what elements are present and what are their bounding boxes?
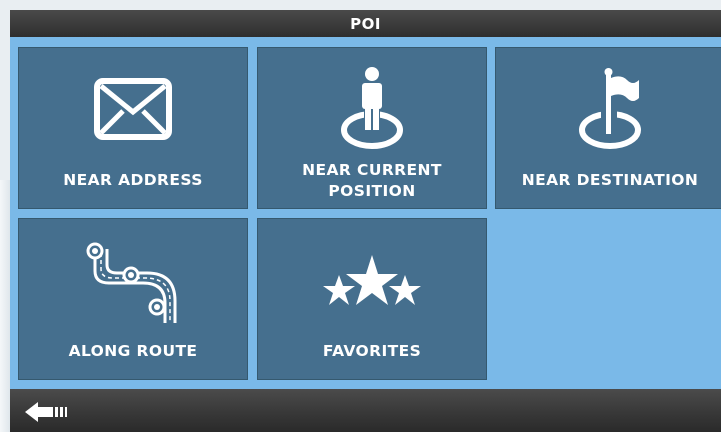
- favorites-button[interactable]: FAVORITES: [257, 218, 487, 380]
- near-current-position-label: NEAR CURRENT POSITION: [302, 161, 442, 200]
- near-address-label: NEAR ADDRESS: [63, 171, 203, 189]
- back-arrow-icon[interactable]: [25, 400, 81, 424]
- along-route-button[interactable]: ALONG ROUTE: [18, 218, 248, 380]
- near-destination-button[interactable]: NEAR DESTINATION: [495, 47, 721, 209]
- near-destination-label: NEAR DESTINATION: [521, 171, 699, 189]
- near-current-position-label-wrap: NEAR CURRENT POSITION: [258, 160, 486, 202]
- route-icon: [86, 242, 177, 323]
- stars-icon: [323, 255, 421, 305]
- envelope-icon: [94, 78, 172, 140]
- person-on-location-icon: [341, 67, 403, 149]
- poi-menu: NEAR ADDRESS NEAR CURRENT POSITION NEAR …: [10, 37, 721, 389]
- near-address-button[interactable]: NEAR ADDRESS: [18, 47, 248, 209]
- title-bar: POI: [10, 10, 721, 37]
- favorites-label: FAVORITES: [322, 342, 422, 360]
- bottom-bar: [10, 389, 721, 432]
- along-route-label: ALONG ROUTE: [68, 342, 198, 360]
- page-title: POI: [350, 14, 381, 33]
- near-current-position-button[interactable]: NEAR CURRENT POSITION: [257, 47, 487, 209]
- flag-on-location-icon: [579, 68, 641, 149]
